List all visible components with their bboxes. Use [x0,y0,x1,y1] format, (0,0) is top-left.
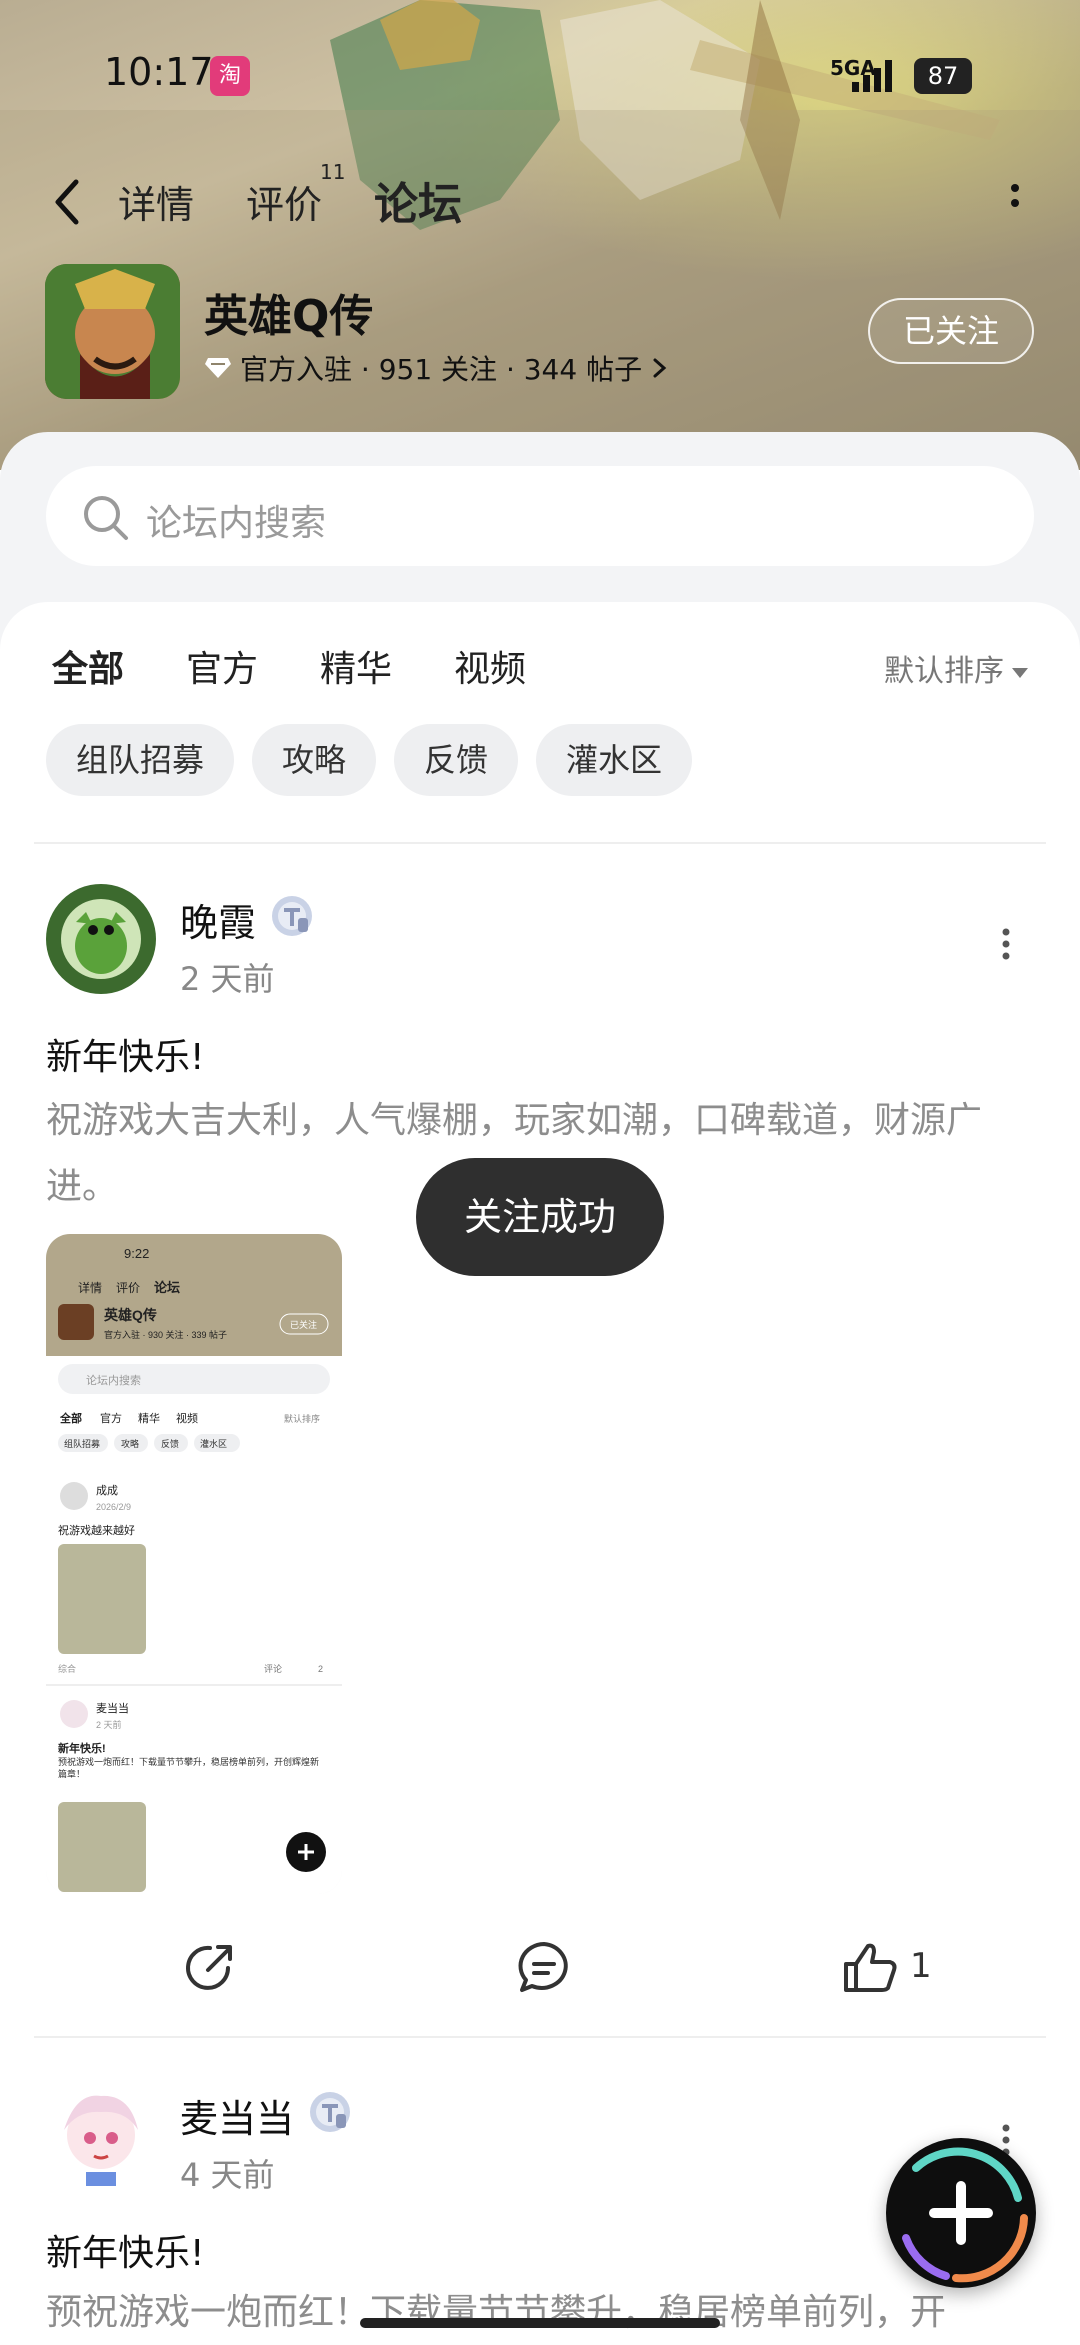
share-icon[interactable] [180,1938,240,1998]
thumb-post2-body: 预祝游戏一炮而红！下载量节节攀升，稳居榜单前列，开创辉煌新篇章！ [58,1757,320,1779]
chevron-right-icon [653,358,667,378]
more-options-icon[interactable] [1000,178,1030,228]
avatar[interactable] [46,2080,156,2190]
thumb-time: 9:22 [124,1246,149,1261]
post-time: 4 天前 [180,2156,275,2194]
user-level-badge-icon [272,896,312,936]
home-indicator[interactable] [360,2318,720,2328]
avatar[interactable] [46,884,156,994]
thumb-chip-3: 灌水区 [200,1438,227,1449]
chip-team-recruit[interactable]: 组队招募 [46,724,235,796]
game-icon[interactable] [45,264,180,399]
search-placeholder: 论坛内搜索 [146,503,327,544]
post-title: 新年快乐! [46,1037,205,1078]
thumb-filter-official: 官方 [100,1411,122,1425]
post-more-icon[interactable] [996,924,1016,964]
back-arrow-icon[interactable] [44,172,94,232]
follow-button[interactable]: 已关注 [868,298,1034,364]
author-name[interactable]: 晚霞 [180,892,256,947]
thumb-sort: 默认排序 [284,1413,320,1424]
caret-down-icon [1012,667,1028,678]
game-banner: 10:17 淘 5GA 87 详情 评价 11 论坛 英雄Q传 官方入驻 · 9… [0,0,1080,470]
thumb-filter-video: 视频 [176,1411,198,1425]
sort-dropdown[interactable]: 默认排序 [884,646,1028,690]
top-nav: 详情 评价 11 论坛 [0,160,1080,240]
filter-tab-all[interactable]: 全部 [52,640,125,698]
thumb-filter-featured: 精华 [138,1411,160,1425]
thumb-post1-tag: 综合 [58,1663,76,1674]
thumb-post2-author: 麦当当 [96,1701,129,1715]
battery-indicator: 87 [914,58,972,94]
divider [34,2036,1046,2038]
thumb-chip-0: 组队招募 [64,1438,100,1449]
chip-chat[interactable]: 灌水区 [536,724,693,796]
post-title: 新年快乐! [46,2233,205,2274]
filter-tab-all-label: 全部 [52,649,125,690]
follow-success-toast: 关注成功 [416,1158,664,1276]
filter-tab-video[interactable]: 视频 [454,640,526,692]
new-post-button[interactable] [886,2138,1036,2288]
avatar-dragon-art [46,884,156,994]
thumb-follow: 已关注 [290,1319,317,1330]
filter-tabs: 全部 官方 精华 视频 默认排序 [0,632,1080,702]
post-time: 2 天前 [180,960,275,998]
chip-feedback[interactable]: 反馈 [394,724,519,796]
verified-diamond-icon [205,358,231,378]
taobao-notification-icon: 淘 [210,56,250,96]
thumb-tab-reviews: 评价 [116,1281,140,1295]
thumb-filter-all: 全部 [59,1411,82,1425]
post-image-thumbnail[interactable]: 9:22 详情 评价 论坛 英雄Q传 官方入驻 · 930 关注 · 339 帖… [46,1234,342,1894]
forum-search-input[interactable]: 论坛内搜索 [46,466,1034,566]
thumb-tab-forum: 论坛 [154,1280,180,1295]
thumb-post1-comment: 评论 [264,1663,282,1674]
thumb-post1-date: 2026/2/9 [96,1502,131,1512]
topic-chips: 组队招募 攻略 反馈 灌水区 [46,724,693,796]
thumb-post2-time: 2 天前 [96,1719,122,1730]
game-stats-text: 官方入驻 · 951 关注 · 344 帖子 [240,353,643,386]
comment-icon[interactable] [514,1938,574,1998]
post-actions: 1 [0,1938,1080,2028]
game-info: 英雄Q传 官方入驻 · 951 关注 · 344 帖子 已关注 [0,262,1080,402]
thumb-post1-author: 成成 [96,1484,118,1497]
thumbs-up-icon[interactable] [840,1938,900,1998]
thumb-chip-2: 反馈 [161,1438,179,1449]
thumb-game-meta: 官方入驻 · 930 关注 · 339 帖子 [104,1329,227,1340]
thumb-post2-title: 新年快乐! [58,1741,106,1755]
game-icon-art [45,264,180,399]
status-bar: 10:17 淘 5GA 87 [0,0,1080,150]
signal-icon [852,60,892,92]
plus-icon [902,2147,1028,2283]
filter-tab-featured[interactable]: 精华 [320,640,392,692]
like-count: 1 [910,1946,932,1986]
author-name[interactable]: 麦当当 [180,2088,294,2143]
divider [34,842,1046,844]
thumb-chip-1: 攻略 [121,1438,139,1449]
game-stats[interactable]: 官方入驻 · 951 关注 · 344 帖子 [204,348,670,388]
user-level-badge-icon [310,2092,350,2132]
reviews-count: 11 [320,160,346,184]
game-title: 英雄Q传 [204,291,374,342]
filter-tab-official[interactable]: 官方 [186,640,258,692]
tab-details[interactable]: 详情 [118,174,194,229]
clock: 10:17 [104,50,214,94]
thumb-post1-title: 祝游戏越来越好 [58,1523,135,1537]
post-body: 预祝游戏一炮而红！下载量节节攀升，稳居榜单前列，开 [46,2292,947,2333]
thumbnail-screenshot: 9:22 详情 评价 论坛 英雄Q传 官方入驻 · 930 关注 · 339 帖… [46,1234,342,1894]
thumb-tab-details: 详情 [78,1280,102,1295]
thumb-game-name: 英雄Q传 [103,1307,157,1323]
thumb-search: 论坛内搜索 [86,1373,141,1387]
avatar-anime-girl-art [46,2080,156,2190]
search-icon [84,496,128,540]
tab-forum-label: 论坛 [374,179,462,230]
sort-label: 默认排序 [884,654,1004,689]
tab-reviews-label: 评价 [246,183,323,227]
thumb-post1-likes: 2 [318,1664,323,1674]
chip-guides[interactable]: 攻略 [252,724,377,796]
tab-reviews[interactable]: 评价 11 [246,160,345,229]
tab-forum[interactable]: 论坛 [374,168,462,236]
